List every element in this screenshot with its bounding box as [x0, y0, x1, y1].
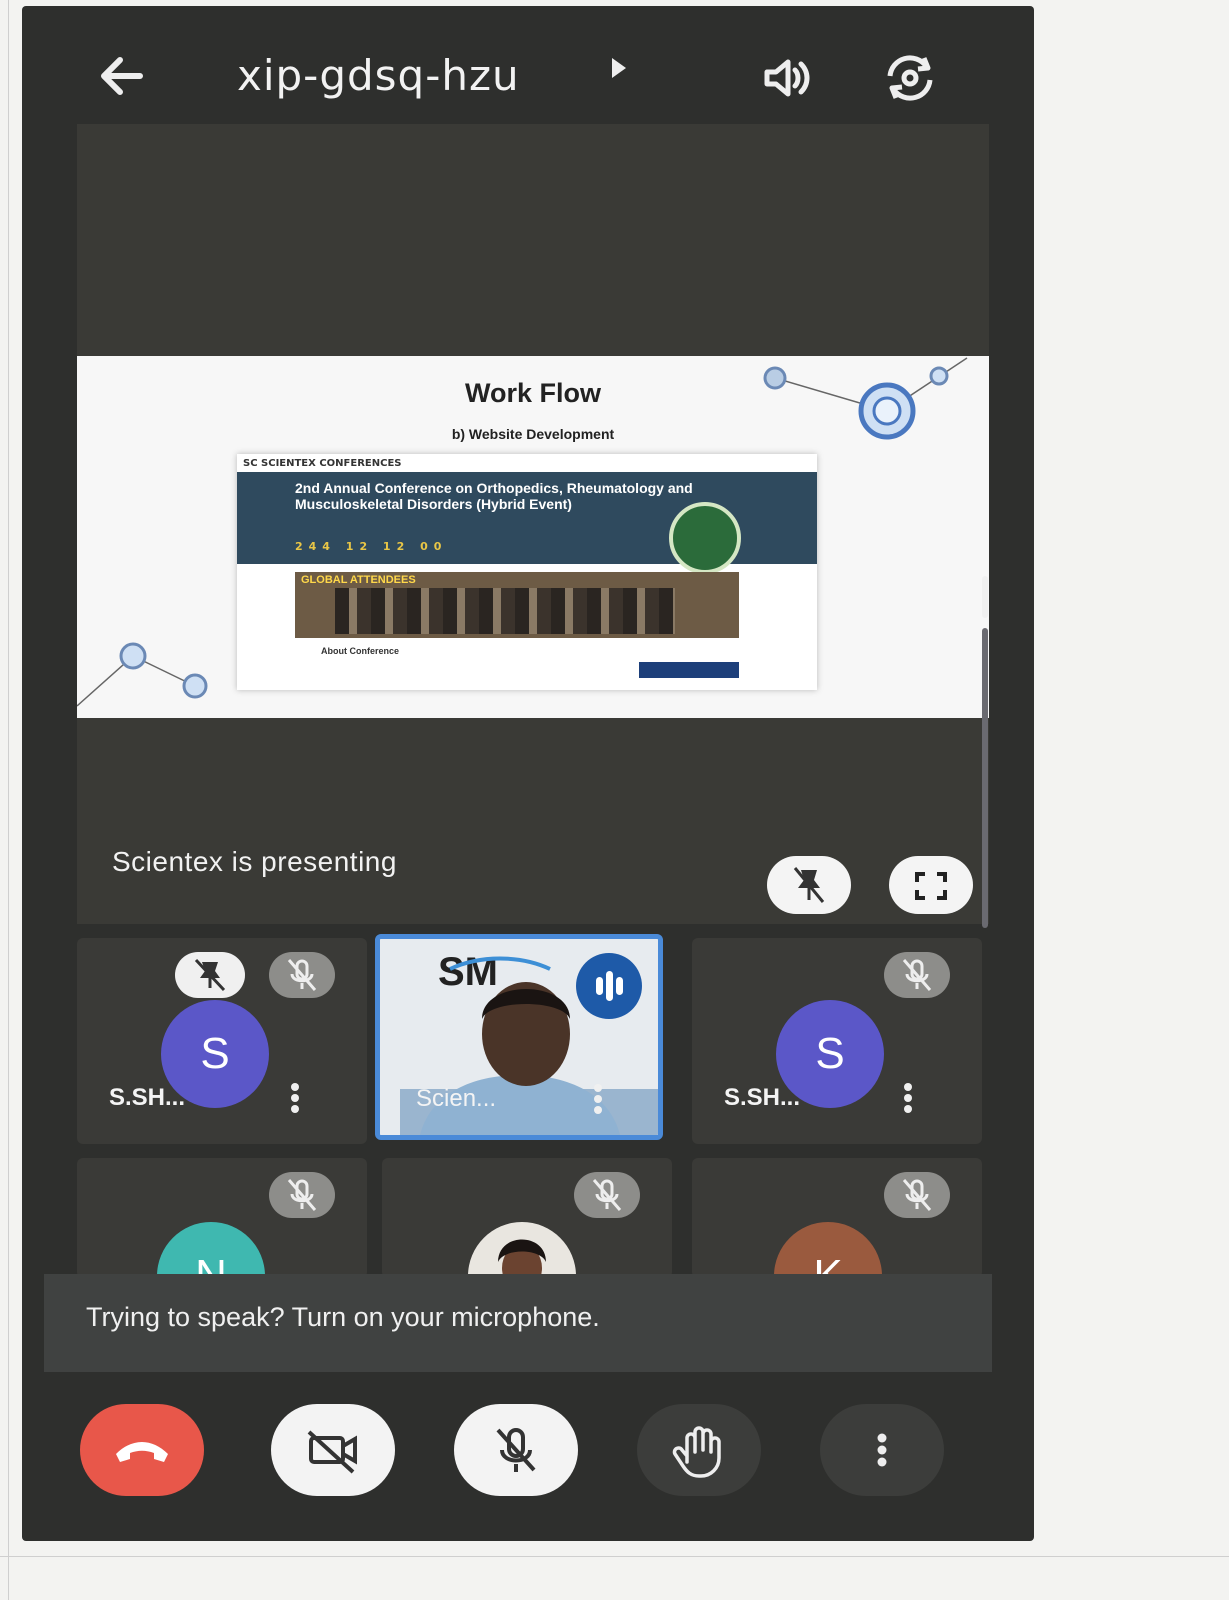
slide-subtitle: b) Website Development	[451, 426, 615, 442]
unpin-button[interactable]	[767, 856, 851, 914]
participant-tile[interactable]: S S.SH...	[77, 938, 367, 1144]
website-about-heading: About Conference	[321, 646, 400, 656]
participant-name: S.SH...	[109, 1084, 186, 1111]
mic-toggle-button[interactable]	[454, 1404, 578, 1496]
scrollbar[interactable]	[980, 576, 990, 936]
camera-toggle-button[interactable]	[271, 1404, 395, 1496]
participant-name: S.SH...	[724, 1084, 801, 1111]
mic-off-icon	[574, 1172, 640, 1218]
meet-screen: xip-gdsq-hzu Work Flow b) Website Develo…	[22, 6, 1034, 1541]
paper-edge-left	[8, 0, 9, 1600]
presenting-status: Scientex is presenting	[112, 846, 397, 877]
camera-switch-icon[interactable]	[880, 48, 940, 108]
shared-slide: Work Flow b) Website Development SC SCIE…	[77, 356, 989, 718]
more-vert-icon[interactable]	[902, 1080, 914, 1120]
chevron-right-icon[interactable]	[612, 58, 626, 78]
presentation-stage: Work Flow b) Website Development SC SCIE…	[77, 124, 989, 924]
more-vert-icon[interactable]	[592, 1081, 604, 1121]
mic-hint-toast: Trying to speak? Turn on your microphone…	[44, 1274, 992, 1372]
mic-off-icon	[884, 1172, 950, 1218]
website-banner-title: 2nd Annual Conference on Orthopedics, Rh…	[295, 480, 693, 512]
avatar: K	[774, 1222, 882, 1278]
mic-off-icon	[269, 952, 335, 998]
unpin-icon	[793, 867, 825, 903]
more-vert-icon	[877, 1433, 887, 1467]
participant-tile[interactable]: N	[77, 1158, 367, 1278]
website-screenshot: SC SCIENTEX CONFERENCES 2nd Annual Confe…	[237, 454, 817, 690]
end-call-icon	[116, 1442, 168, 1462]
svg-text:SM: SM	[438, 950, 498, 994]
mic-off-icon	[884, 952, 950, 998]
avatar-photo	[468, 1222, 576, 1278]
website-countdown: 244 12 12 00	[295, 540, 448, 553]
mic-off-icon	[496, 1428, 536, 1472]
slide-title: Work Flow	[464, 378, 601, 408]
participant-tile[interactable]: K	[692, 1158, 982, 1278]
camera-off-icon	[307, 1430, 357, 1474]
mic-off-icon	[269, 1172, 335, 1218]
participant-name: Scien...	[416, 1085, 497, 1112]
more-vert-icon[interactable]	[289, 1080, 301, 1120]
website-banner: 2nd Annual Conference on Orthopedics, Rh…	[237, 472, 817, 574]
speaker-icon[interactable]	[757, 48, 817, 108]
fullscreen-button[interactable]	[889, 856, 973, 914]
fullscreen-icon	[915, 872, 947, 900]
website-submit-button	[639, 662, 739, 678]
unpin-icon[interactable]	[175, 952, 245, 998]
participant-tile[interactable]	[382, 1158, 672, 1278]
website-logo: SC SCIENTEX CONFERENCES	[243, 458, 402, 469]
raise-hand-icon	[672, 1426, 721, 1478]
attendees-photo: GLOBAL ATTENDEES	[295, 572, 739, 638]
paper-edge-bottom	[0, 1556, 1229, 1557]
top-bar: xip-gdsq-hzu	[22, 6, 1034, 126]
more-options-button[interactable]	[820, 1404, 944, 1496]
avatar: N	[157, 1222, 265, 1278]
end-call-button[interactable]	[80, 1404, 204, 1496]
conference-badge-icon	[669, 502, 741, 574]
participant-tile-active-speaker[interactable]: SM Scien...	[375, 934, 663, 1140]
speaking-indicator-icon	[576, 953, 642, 1019]
toast-text: Trying to speak? Turn on your microphone…	[86, 1302, 600, 1332]
attendees-group	[335, 588, 675, 634]
meeting-code[interactable]: xip-gdsq-hzu	[237, 46, 520, 106]
attendees-label: GLOBAL ATTENDEES	[301, 574, 416, 586]
raise-hand-button[interactable]	[637, 1404, 761, 1496]
arrow-left-icon[interactable]	[92, 46, 152, 106]
participant-tile[interactable]: S S.SH...	[692, 938, 982, 1144]
